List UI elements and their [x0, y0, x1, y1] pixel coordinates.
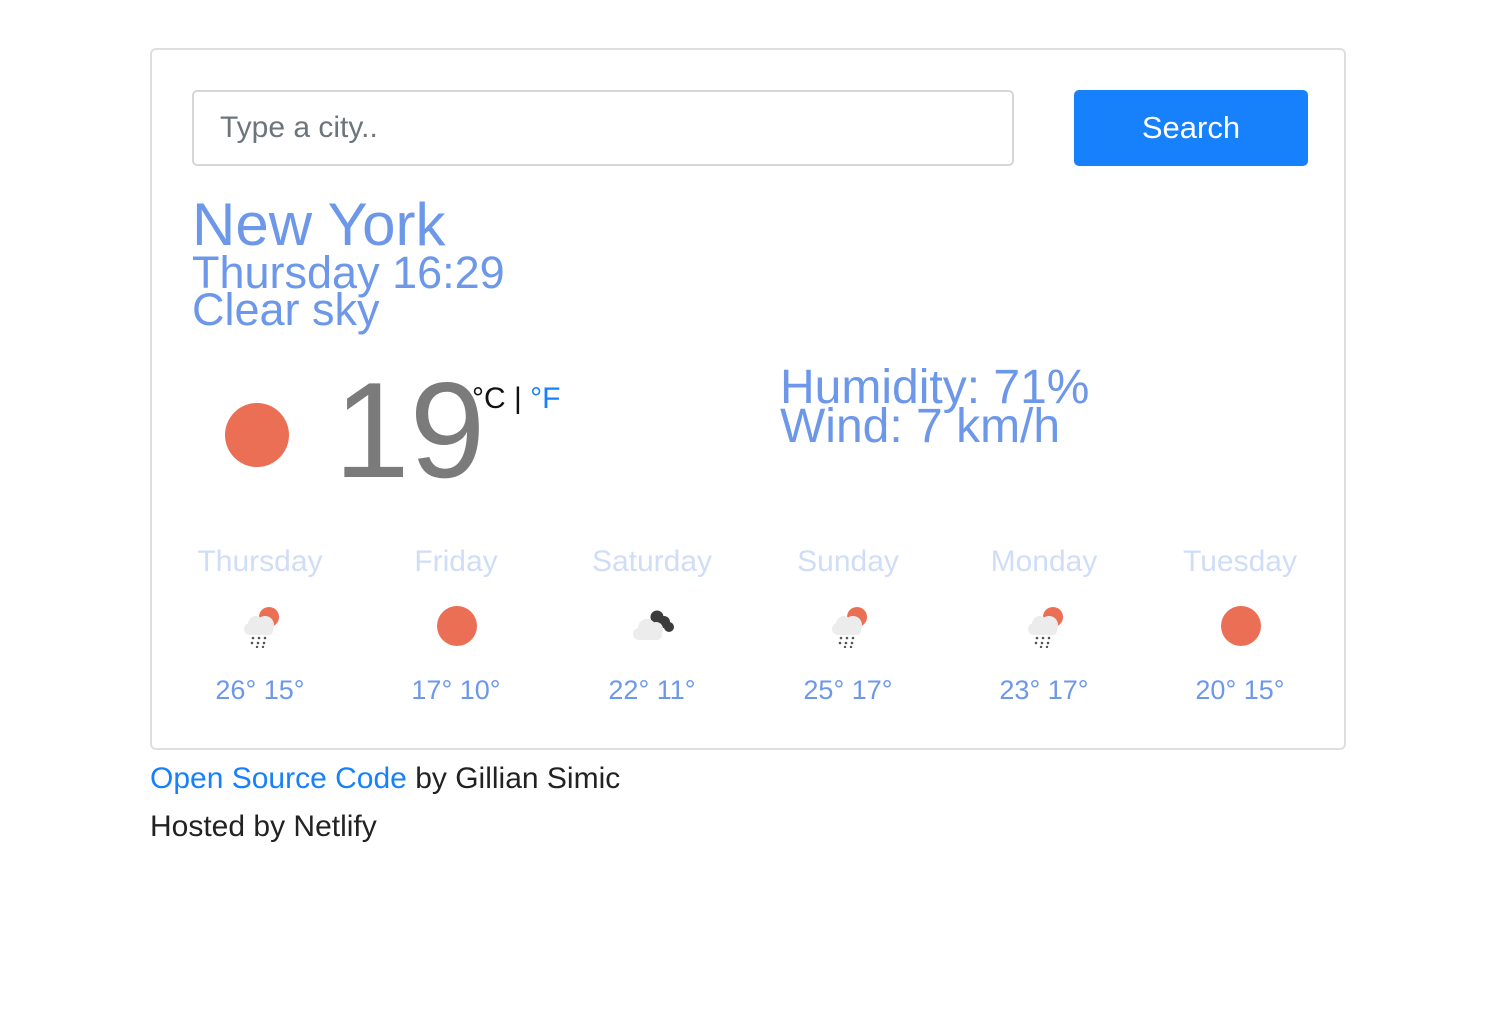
forecast-day-name: Saturday	[591, 545, 713, 578]
forecast-day-name: Tuesday	[1183, 545, 1297, 578]
unit-separator: |	[514, 382, 522, 415]
forecast-day: Friday 17° 10°	[358, 542, 554, 712]
open-source-link[interactable]: Open Source Code	[150, 762, 407, 795]
clear-sun-icon	[1221, 606, 1261, 646]
weather-description: Clear sky	[192, 284, 380, 335]
forecast-day: Sunday 25° 17°	[750, 542, 946, 712]
forecast-day: Tuesday 20° 15°	[1142, 542, 1338, 712]
forecast-day-name: Thursday	[197, 545, 323, 578]
forecast-day: Monday 23° 17°	[946, 542, 1142, 712]
current-temperature: 19	[334, 354, 486, 506]
forecast-temps: 23° 17°	[999, 675, 1089, 705]
clear-sun-icon	[437, 606, 477, 646]
rain-sun-icon	[832, 607, 867, 648]
forecast-temps: 26° 15°	[215, 675, 305, 705]
wind-readout: Wind: 7 km/h	[780, 400, 1061, 453]
hosted-by-text: Hosted by Netlify	[150, 810, 377, 843]
forecast-row: Thursday 26° 15° Friday 17° 10° Saturday…	[162, 542, 1338, 712]
forecast-day-name: Sunday	[797, 545, 899, 578]
rain-sun-icon	[244, 607, 279, 648]
forecast-temps: 17° 10°	[411, 675, 501, 705]
footer-credit: Open Source Code by Gillian Simic	[150, 760, 620, 798]
forecast-temps: 22° 11°	[608, 675, 696, 705]
rain-sun-icon	[1028, 607, 1063, 648]
author-text: by Gillian Simic	[415, 762, 621, 795]
forecast-temps: 20° 15°	[1195, 675, 1285, 705]
celsius-unit[interactable]: °C	[472, 382, 506, 415]
city-search-input[interactable]	[192, 90, 1014, 166]
fahrenheit-link[interactable]: °F	[530, 382, 560, 415]
search-button[interactable]: Search	[1074, 90, 1308, 166]
forecast-day: Saturday 22° 11°	[554, 542, 750, 712]
forecast-day-name: Friday	[414, 545, 498, 578]
forecast-day-name: Monday	[990, 545, 1098, 578]
clear-sun-icon	[225, 403, 289, 467]
forecast-day: Thursday 26° 15°	[162, 542, 358, 712]
cloudy-icon	[633, 610, 674, 640]
unit-toggle: °C | °F	[472, 383, 560, 415]
forecast-temps: 25° 17°	[803, 675, 893, 705]
